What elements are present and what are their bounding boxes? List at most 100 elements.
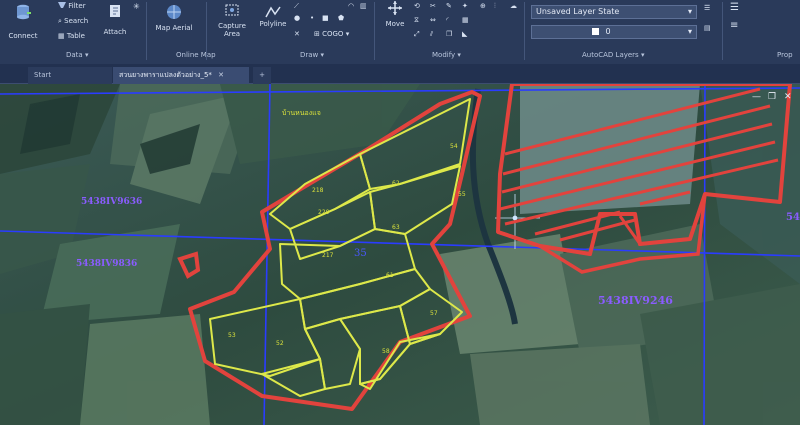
offset-icon: ⫽ [430, 30, 434, 38]
layer-properties-button[interactable]: ☰ [704, 4, 710, 12]
viewport-minimize-button[interactable]: — [752, 92, 761, 102]
polyline-icon [265, 6, 281, 18]
separator [146, 2, 147, 60]
capture-area-button[interactable]: Capture Area [212, 2, 252, 38]
hatch-icon: ▥ [360, 2, 367, 10]
parcel-label: 55 [458, 191, 466, 198]
search-button[interactable]: ⌕ Search [58, 17, 88, 26]
parcel-label: 54 [450, 143, 458, 150]
table-button[interactable]: ▦ Table [58, 32, 85, 40]
filter-button[interactable]: Filter [58, 2, 86, 10]
file-tab-bar: Start สวนยางพาราแปลงตัวอย่าง_5* ✕ + [0, 64, 800, 84]
attach-label: Attach [103, 28, 127, 36]
point-tool[interactable]: • [310, 14, 314, 22]
new-tab-button[interactable]: + [253, 67, 271, 84]
parcel-label: 57 [430, 310, 438, 317]
stretch-icon: ⇔ [430, 16, 436, 24]
modify-tool-13[interactable]: ⊕ [480, 2, 486, 10]
grid-label-2: 5438IV9836 [76, 259, 138, 269]
layer-state-dropdown[interactable]: Unsaved Layer State ▾ [531, 5, 697, 19]
modify-tool-6[interactable]: ⇔ [430, 16, 436, 24]
cogo-tool[interactable]: ⊞ COGO ▾ [314, 30, 349, 38]
polygon-icon: ⬟ [338, 14, 345, 22]
properties-list-button[interactable]: ☰ [730, 2, 739, 13]
separator [374, 2, 375, 60]
close-icon[interactable]: ✕ [218, 71, 224, 79]
circle-icon: ● [294, 14, 301, 22]
tab-start-label: Start [34, 71, 52, 79]
parcel-label: 63 [392, 224, 400, 231]
layer-match-button[interactable]: ▤ [704, 24, 711, 32]
join-icon: ⊕ [480, 2, 486, 10]
globe-icon [167, 5, 181, 19]
polyline-label: Polyline [259, 20, 287, 28]
cloud-icon: ☁ [510, 2, 517, 10]
modify-tool-1[interactable]: ⟲ [414, 2, 420, 10]
attach-button[interactable]: Attach [100, 4, 130, 36]
plus-icon: + [259, 71, 265, 79]
modify-tool-14[interactable]: ⫶ [494, 2, 496, 11]
tab-active-drawing[interactable]: สวนยางพาราแปลงตัวอย่าง_5* ✕ [113, 67, 249, 84]
erase-icon: ✎ [446, 2, 452, 10]
construction-line-tool[interactable]: ✕ [294, 30, 300, 38]
modify-tool-12[interactable]: ◣ [462, 30, 467, 38]
drawing-canvas[interactable]: บ้านหนองแจ 5438IV9636 5438IV9836 5438IV9… [0, 82, 800, 425]
copy-icon: ❐ [446, 30, 453, 38]
search-label: Search [64, 17, 89, 25]
rotate-icon: ⟲ [414, 2, 420, 10]
grid-label-3: 5438IV9246 [598, 294, 673, 307]
modify-tool-5[interactable]: ⧖ [414, 16, 419, 25]
trim-icon: ✂ [430, 2, 436, 10]
tab-start[interactable]: Start [28, 67, 112, 84]
close-icon: ✕ [784, 92, 792, 102]
connect-label: Connect [8, 32, 38, 40]
line-tool[interactable]: ⟋ [294, 2, 299, 11]
tab-active-label: สวนยางพาราแปลงตัวอย่าง_5* [119, 71, 212, 79]
modify-tool-11[interactable]: ❐ [446, 30, 452, 38]
chamfer-icon: ◣ [462, 30, 468, 38]
modify-tool-10[interactable]: ⫽ [430, 30, 433, 39]
viewport-restore-button[interactable]: ❐ [768, 92, 776, 102]
polygon-tool[interactable]: ⬟ [338, 14, 344, 22]
circle-tool[interactable]: ● [294, 14, 300, 22]
move-button[interactable]: Move [380, 0, 410, 28]
hatch-tool[interactable]: ▥ [360, 2, 367, 10]
separator [206, 2, 207, 60]
arc-icon: ◠ [348, 2, 355, 10]
more-data-icon[interactable]: ✳ [133, 2, 140, 11]
xline-icon: ✕ [294, 30, 300, 38]
modify-tool-2[interactable]: ✂ [430, 2, 436, 10]
viewport-close-button[interactable]: ✕ [784, 92, 792, 102]
modify-tool-7[interactable]: ◜ [446, 16, 449, 24]
modify-tool-15[interactable]: ☁ [510, 2, 517, 10]
current-layer-dropdown[interactable]: 0 ▾ [531, 25, 697, 39]
polyline-button[interactable]: Polyline [256, 4, 290, 28]
table-label: Table [66, 32, 85, 40]
connect-button[interactable]: Connect [6, 4, 40, 40]
chevron-down-icon: ▾ [345, 30, 350, 38]
move-icon [388, 1, 402, 15]
map-aerial-button[interactable]: Map Aerial [152, 4, 196, 32]
panel-draw-label: Draw ▾ [300, 51, 325, 59]
grid-label-4: 54 [786, 212, 800, 223]
modify-tool-8[interactable]: ▦ [462, 16, 469, 24]
panel-data-label: Data ▾ [66, 51, 89, 59]
panel-autocad-layers-label: AutoCAD Layers ▾ [582, 51, 645, 59]
rectangle-tool[interactable]: ■ [322, 14, 329, 22]
modify-tool-9[interactable]: ⤢ [414, 30, 420, 39]
move-label: Move [385, 20, 405, 28]
properties-list-button-2[interactable]: ≡ [730, 20, 738, 31]
current-layer-value: 0 [605, 27, 611, 36]
explode-icon: ✦ [462, 2, 468, 10]
match-layer-icon: ▤ [704, 24, 711, 32]
line-icon: ⟋ [294, 2, 299, 10]
panel-online-map-label: Online Map [176, 51, 216, 59]
capture-icon [225, 4, 239, 16]
panel-modify-label: Modify ▾ [432, 51, 461, 59]
grid-label-1: 5438IV9636 [81, 197, 143, 207]
modify-tool-4[interactable]: ✦ [462, 2, 468, 10]
ribbon: Connect Filter ⌕ Search ▦ Table Attach ✳… [0, 0, 800, 64]
chevron-down-icon: ▾ [687, 27, 692, 36]
modify-tool-3[interactable]: ✎ [446, 2, 452, 10]
arc-tool[interactable]: ◠ [348, 2, 354, 10]
